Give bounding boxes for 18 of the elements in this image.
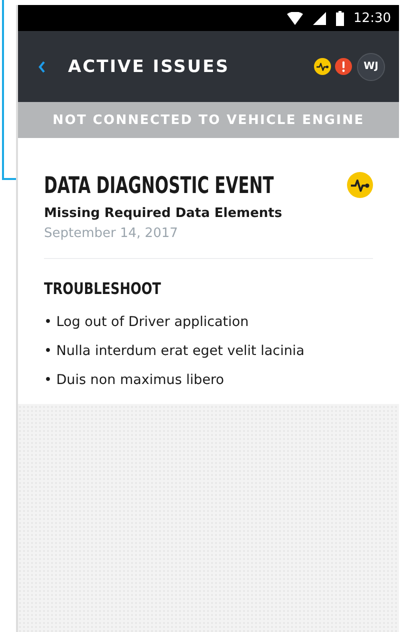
section-heading: TROUBLESHOOT — [44, 279, 161, 298]
issue-subtitle: Missing Required Data Elements — [44, 206, 284, 221]
battery-icon — [336, 10, 344, 26]
alert-icon — [335, 58, 352, 75]
banner-message: NOT CONNECTED TO VEHICLE ENGINE — [52, 112, 364, 128]
issue-date: September 14, 2017 — [44, 226, 179, 241]
troubleshoot-step: • Duis non maximus libero — [44, 372, 373, 388]
signal-icon — [312, 12, 326, 24]
clock-time: 12:30 — [354, 10, 391, 26]
back-icon[interactable] — [38, 60, 46, 72]
screen-title: ACTIVE ISSUES — [68, 56, 230, 76]
troubleshoot-step: • Log out of Driver application — [44, 314, 373, 330]
troubleshoot-step: • Nulla interdum erat eget velit lacinia — [44, 343, 373, 359]
issue-title: DATA DIAGNOSTIC EVENT — [44, 172, 274, 200]
pulse-icon — [314, 58, 331, 75]
pulse-icon — [347, 172, 373, 198]
user-avatar[interactable]: WJ — [357, 52, 385, 80]
wifi-icon — [286, 12, 303, 24]
